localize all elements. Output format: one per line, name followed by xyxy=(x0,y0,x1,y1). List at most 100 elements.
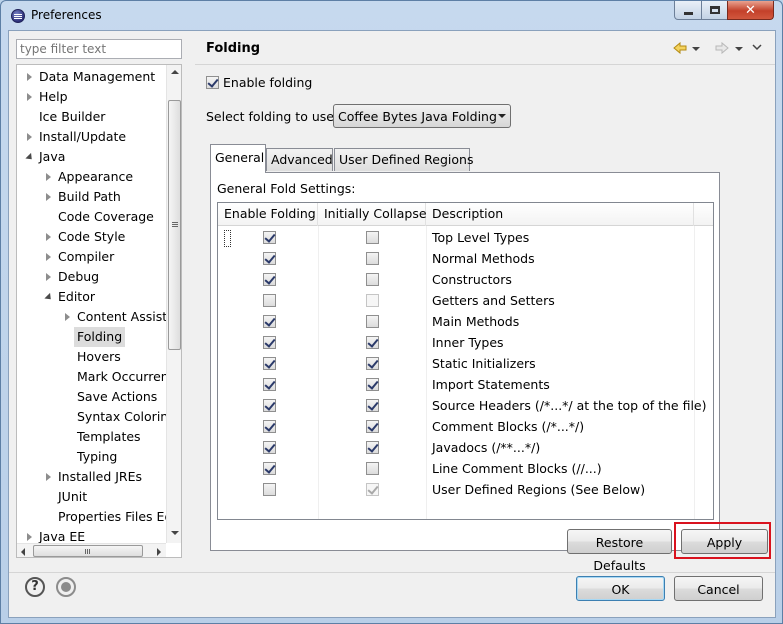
initially-collapse-checkbox[interactable] xyxy=(366,252,379,265)
tree-item[interactable]: Debug xyxy=(17,267,166,287)
restore-defaults-button[interactable]: Restore Defaults xyxy=(567,529,672,573)
minimize-button[interactable] xyxy=(674,1,702,20)
tree-item[interactable]: Syntax Coloring xyxy=(17,407,166,427)
table-row[interactable]: Inner Types xyxy=(218,332,713,353)
initially-collapse-checkbox[interactable] xyxy=(366,462,379,475)
initially-collapse-checkbox[interactable] xyxy=(366,420,379,433)
initially-collapse-checkbox[interactable] xyxy=(366,231,379,244)
enable-folding-checkbox[interactable] xyxy=(263,294,276,307)
back-arrow-icon[interactable] xyxy=(672,40,688,56)
collapsed-arrow-icon[interactable] xyxy=(46,473,51,481)
tree-item[interactable]: Hovers xyxy=(17,347,166,367)
initially-collapse-checkbox[interactable] xyxy=(366,315,379,328)
record-icon[interactable] xyxy=(56,577,76,597)
tree-item[interactable]: Build Path xyxy=(17,187,166,207)
enable-folding-checkbox[interactable] xyxy=(263,441,276,454)
back-menu-chevron-down-icon[interactable] xyxy=(692,47,700,51)
table-row[interactable]: User Defined Regions (See Below) xyxy=(218,479,713,500)
tree-item[interactable]: Installed JREs xyxy=(17,467,166,487)
scroll-right-icon[interactable] xyxy=(157,548,161,556)
expanded-arrow-icon[interactable] xyxy=(44,292,54,303)
enable-folding-checkbox[interactable] xyxy=(263,273,276,286)
scroll-left-icon[interactable] xyxy=(21,548,25,556)
filter-input[interactable] xyxy=(16,39,182,59)
horizontal-scroll-thumb[interactable] xyxy=(33,545,143,557)
tab-general[interactable]: General xyxy=(210,144,266,173)
collapsed-arrow-icon[interactable] xyxy=(46,253,51,261)
tree-vertical-scrollbar[interactable] xyxy=(166,65,181,543)
collapsed-arrow-icon[interactable] xyxy=(27,533,32,541)
close-button[interactable]: ✕ xyxy=(727,1,774,20)
column-description[interactable]: Description xyxy=(426,203,694,226)
expanded-arrow-icon[interactable] xyxy=(25,152,35,163)
forward-arrow-icon[interactable] xyxy=(714,40,730,56)
splitter-sash[interactable] xyxy=(189,31,194,571)
initially-collapse-checkbox[interactable] xyxy=(366,399,379,412)
tree-item[interactable]: Help xyxy=(17,87,166,107)
enable-folding-checkbox[interactable] xyxy=(206,76,219,89)
column-enable-folding[interactable]: Enable Folding xyxy=(218,203,318,226)
collapsed-arrow-icon[interactable] xyxy=(27,133,32,141)
enable-folding-checkbox[interactable] xyxy=(263,399,276,412)
initially-collapse-checkbox[interactable] xyxy=(366,441,379,454)
tree-item[interactable]: Ice Builder xyxy=(17,107,166,127)
table-row[interactable]: Javadocs (/**...*/) xyxy=(218,437,713,458)
collapsed-arrow-icon[interactable] xyxy=(65,313,70,321)
enable-folding-checkbox[interactable] xyxy=(263,252,276,265)
tree-item[interactable]: Code Style xyxy=(17,227,166,247)
folding-select[interactable]: Coffee Bytes Java Folding xyxy=(333,104,511,128)
tree-item[interactable]: Properties Files Editor xyxy=(17,507,166,527)
tree-item[interactable]: Mark Occurrences xyxy=(17,367,166,387)
tree-item[interactable]: Editor xyxy=(17,287,166,307)
initially-collapse-checkbox[interactable] xyxy=(366,336,379,349)
tree-horizontal-scrollbar[interactable] xyxy=(17,543,166,557)
cancel-button[interactable]: Cancel xyxy=(674,576,763,601)
scroll-up-icon[interactable] xyxy=(171,70,179,74)
tree-item[interactable]: Install/Update xyxy=(17,127,166,147)
maximize-button[interactable] xyxy=(701,1,728,20)
tree-item[interactable]: Appearance xyxy=(17,167,166,187)
help-icon[interactable]: ? xyxy=(25,577,45,597)
initially-collapse-checkbox[interactable] xyxy=(366,357,379,370)
enable-folding-checkbox[interactable] xyxy=(263,231,276,244)
tree-item[interactable]: Data Management xyxy=(17,67,166,87)
enable-folding-checkbox[interactable] xyxy=(263,462,276,475)
tab-user-defined-regions[interactable]: User Defined Regions xyxy=(334,148,473,171)
tree-item[interactable]: Content Assist xyxy=(17,307,166,327)
enable-folding-checkbox[interactable] xyxy=(263,336,276,349)
table-row[interactable]: Main Methods xyxy=(218,311,713,332)
tree-item[interactable]: Save Actions xyxy=(17,387,166,407)
enable-folding-checkbox[interactable] xyxy=(263,420,276,433)
vertical-scroll-thumb[interactable] xyxy=(168,100,181,350)
initially-collapse-checkbox[interactable] xyxy=(366,273,379,286)
initially-collapse-checkbox[interactable] xyxy=(366,378,379,391)
column-initially-collapse[interactable]: Initially Collapse xyxy=(318,203,427,226)
tree-item[interactable]: JUnit xyxy=(17,487,166,507)
tree-item[interactable]: Java EE xyxy=(17,527,166,543)
collapsed-arrow-icon[interactable] xyxy=(46,273,51,281)
tab-advanced[interactable]: Advanced xyxy=(266,148,333,171)
tree-item[interactable]: Templates xyxy=(17,427,166,447)
tree-item[interactable]: Code Coverage xyxy=(17,207,166,227)
table-row[interactable]: Getters and Setters xyxy=(218,290,713,311)
enable-folding-checkbox[interactable] xyxy=(263,378,276,391)
table-row[interactable]: Line Comment Blocks (//...) xyxy=(218,458,713,479)
table-row[interactable]: Normal Methods xyxy=(218,248,713,269)
table-row[interactable]: Constructors xyxy=(218,269,713,290)
tree-item[interactable]: Compiler xyxy=(17,247,166,267)
enable-folding-checkbox[interactable] xyxy=(263,357,276,370)
collapsed-arrow-icon[interactable] xyxy=(46,233,51,241)
collapsed-arrow-icon[interactable] xyxy=(27,93,32,101)
ok-button[interactable]: OK xyxy=(576,576,665,601)
table-row[interactable]: Comment Blocks (/*...*/) xyxy=(218,416,713,437)
forward-menu-chevron-down-icon[interactable] xyxy=(735,47,743,51)
scroll-down-icon[interactable] xyxy=(171,531,179,535)
collapsed-arrow-icon[interactable] xyxy=(46,193,51,201)
tree-item[interactable]: Folding xyxy=(17,327,166,347)
table-row[interactable]: Top Level Types xyxy=(218,227,713,248)
tree-item[interactable]: Typing xyxy=(17,447,166,467)
tree-item[interactable]: Java xyxy=(17,147,166,167)
collapsed-arrow-icon[interactable] xyxy=(27,73,32,81)
table-row[interactable]: Static Initializers xyxy=(218,353,713,374)
collapsed-arrow-icon[interactable] xyxy=(46,173,51,181)
